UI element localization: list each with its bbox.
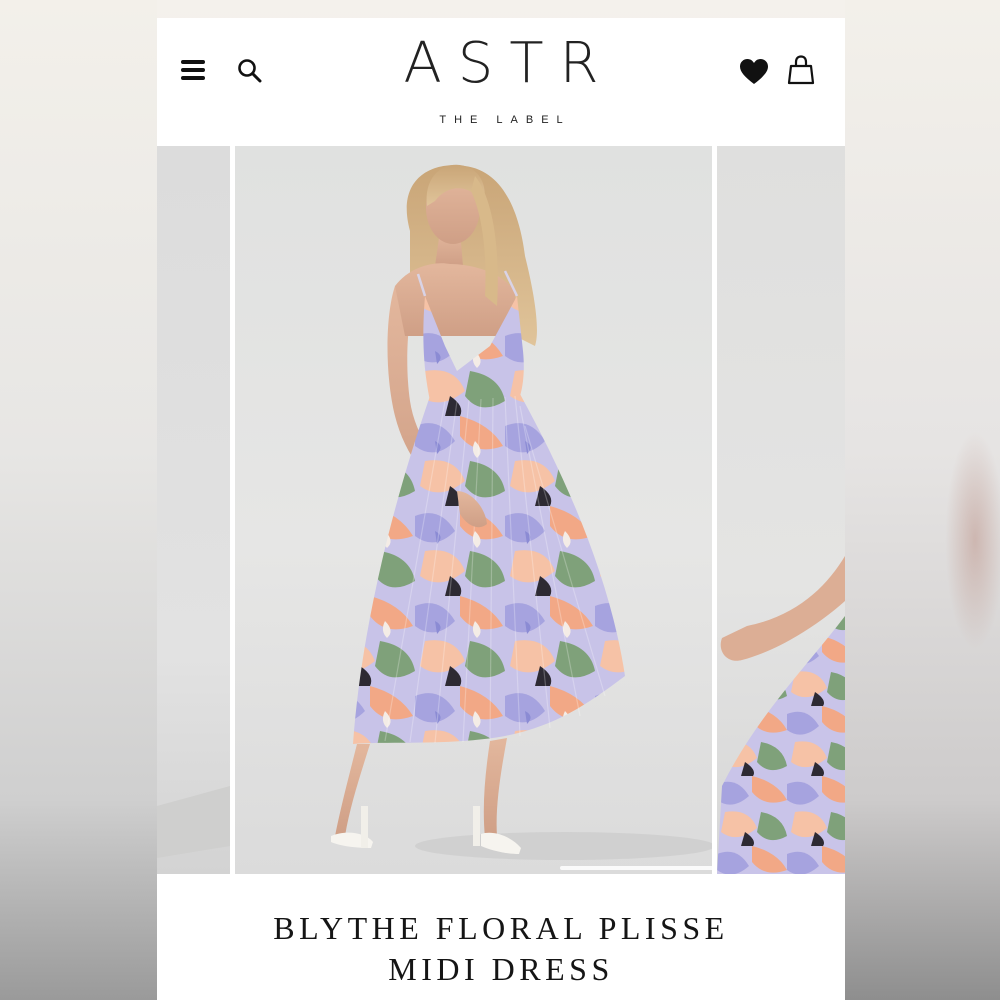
product-title-section: BLYTHE FLORAL PLISSE MIDI DRESS <box>157 874 845 1000</box>
product-title: BLYTHE FLORAL PLISSE MIDI DRESS <box>157 908 845 990</box>
shopping-bag-icon[interactable] <box>787 54 817 86</box>
heart-icon[interactable] <box>739 58 771 86</box>
brand-tagline: THE LABEL <box>439 114 571 126</box>
product-image-carousel[interactable] <box>157 146 845 874</box>
carousel-slide-active[interactable] <box>235 146 712 874</box>
product-photo <box>331 164 712 860</box>
carousel-slide-previous[interactable] <box>157 146 230 874</box>
product-title-line-1: BLYTHE FLORAL PLISSE <box>273 910 729 946</box>
app-screen: ASTR THE LABEL BLYTHE FLORAL PLISSE MIDI… <box>157 18 845 1000</box>
product-title-line-2: MIDI DRESS <box>388 951 614 987</box>
carousel-scroll-indicator <box>560 866 712 870</box>
background-blur-right <box>845 0 1000 1000</box>
background-blur-left <box>0 0 157 1000</box>
site-header: ASTR THE LABEL <box>157 18 845 146</box>
carousel-slide-next[interactable] <box>717 146 845 874</box>
